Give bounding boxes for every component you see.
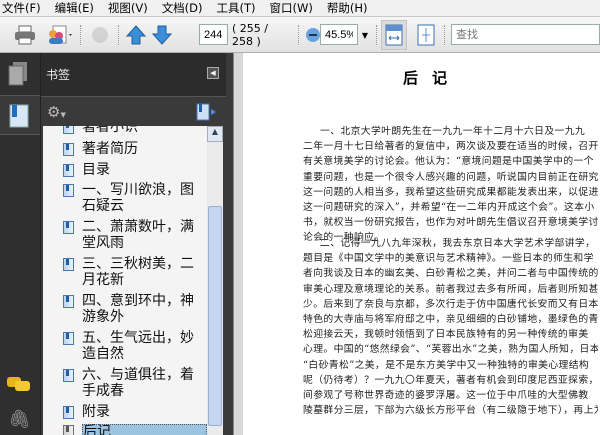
pages-icon xyxy=(8,62,27,86)
bookmark-icon xyxy=(63,184,74,197)
panel-header: 书签 ◀ xyxy=(41,53,226,97)
bookmark-item[interactable]: 一、写川欲浪，图石疑云 xyxy=(63,182,202,214)
printer-icon xyxy=(15,25,35,45)
page-text-line: 二年一月十七日给著者的复信中，两次谈及要在适当的时候，召开 xyxy=(303,141,598,153)
page-text-line: 者向我谈及日本的幽玄美、白砂青松之美，并问二者与中国传统的 xyxy=(303,268,598,280)
bookmark-item[interactable]: 著者简历 xyxy=(63,141,202,158)
expand-bookmark-button[interactable] xyxy=(196,103,218,124)
bookmark-icon xyxy=(63,143,74,156)
bookmark-icon xyxy=(63,221,74,234)
scroll-thumb[interactable] xyxy=(208,206,222,426)
chevron-down-icon: ▼ xyxy=(60,111,66,119)
menu-file[interactable]: 文件(F) xyxy=(2,0,41,16)
next-page-button[interactable] xyxy=(150,23,174,47)
page-text-line: 一、北京大学叶朗先生在一九九一年十二月十六日及一九九 xyxy=(320,126,586,137)
fit-page-icon xyxy=(417,24,435,46)
bookmarks-panel: 书签 ◀ ⚙▼ 著者小识 著者简历 目录 一、写川欲浪，图石疑云 二、萧萧数叶，… xyxy=(40,53,233,435)
scroll-up-button[interactable]: ▲ xyxy=(207,126,223,142)
page-text-line: 特色的大寺庙与将军府邸之中，亲见细细的白砂铺地，墨绿色的青 xyxy=(303,314,598,325)
bookmark-icon xyxy=(63,425,74,435)
arrow-up-icon xyxy=(125,25,147,45)
page-text-line: 松迎接云天，我顿时领悟到了日本民族特有的另一种传统的审美 xyxy=(303,329,589,341)
bookmark-icon xyxy=(63,369,74,382)
pages-button[interactable] xyxy=(6,61,30,90)
previous-page-button[interactable] xyxy=(124,23,148,47)
page-text-line: 审美心理及意境理论的关系。前者我过去多有所闻，后者则所知甚 xyxy=(303,283,598,295)
bookmark-list: 著者小识 著者简历 目录 一、写川欲浪，图石疑云 二、萧萧数叶，满堂风雨 三、三… xyxy=(43,126,207,435)
page-text-line: 间参观了号称世界奇迹的婆罗浮屠。这一位于中爪哇的大型佛教 xyxy=(303,390,589,401)
page-number-input[interactable] xyxy=(199,24,228,45)
page-text-line: 心理。中国的“悠然绿会”、“芙蓉出水”之美，熟为国人所知，日本的 xyxy=(303,344,598,356)
paperclip-icon: 🖇 xyxy=(8,409,31,430)
menu-bar: 文件(F) 编辑(E) 视图(V) 文档(D) 工具(T) 窗口(W) 帮助(H… xyxy=(0,0,600,17)
comment-icon xyxy=(7,377,30,391)
page-heading: 后记 xyxy=(403,69,462,87)
navigation-pane-strip: 🖇 xyxy=(0,53,40,435)
page-text-line: 这一问题的人相当多，我希望这些研究成果都能发表出来，以促进 xyxy=(303,186,598,198)
bookmark-item[interactable]: 三、三秋树美，二月花新 xyxy=(63,256,202,288)
bookmark-expand-icon xyxy=(196,103,216,121)
bookmark-icon xyxy=(63,332,74,345)
page-text-line: 书，就权当一份研究报告，也作为对叶朗先生倡议召开意境美学讨 xyxy=(303,217,598,229)
fit-width-button[interactable] xyxy=(381,20,407,50)
comments-button[interactable] xyxy=(6,375,32,398)
page-text-line: 重要问题，也是一个很令人感兴趣的问题，听说国内目前正在研究 xyxy=(303,171,598,183)
pane-splitter[interactable] xyxy=(233,53,243,435)
page-text-line: “白砂青松”之美，是不是东方美学中又一种独特的审美心理结构 xyxy=(303,359,590,371)
chevron-down-icon: ▼ xyxy=(361,30,369,40)
arrow-down-icon xyxy=(151,25,173,45)
page-text-line: 二、记得一九八九年深秋，我去东京日本大学艺术学部讲学， xyxy=(320,238,596,249)
bookmark-icon xyxy=(63,406,74,419)
chevron-up-icon: ▲ xyxy=(211,127,219,136)
bookmark-icon xyxy=(63,126,74,134)
page-text-line: 题目是《中国文学中的美意识与艺术精神》。一些日本的师生和学 xyxy=(303,253,594,265)
page-text-line: 有关意境美学的讨论会。他认为：“意境问题是中国美学中的一个 xyxy=(303,156,594,168)
bookmark-item[interactable]: 六、与道俱往，着手成春 xyxy=(63,367,202,399)
menu-help[interactable]: 帮助(H) xyxy=(327,0,368,16)
page-text-line: 这一问题研究的深入”，并希望“在一二年内开成这个会”。这本小 xyxy=(303,202,595,213)
collapse-panel-button[interactable]: ◀ xyxy=(207,67,219,79)
menu-window[interactable]: 窗口(W) xyxy=(270,0,313,16)
zoom-input[interactable] xyxy=(320,24,358,45)
bookmark-item[interactable]: 二、萧萧数叶，满堂风雨 xyxy=(63,219,202,251)
page-count: ( 255 / 258 ) xyxy=(232,22,268,48)
fit-page-button[interactable] xyxy=(414,23,438,47)
toolbar: ( 255 / 258 ) ▼ xyxy=(0,17,600,53)
attachments-button[interactable]: 🖇 xyxy=(8,409,31,430)
bookmark-item[interactable]: 附录 xyxy=(63,404,202,421)
bookmark-icon xyxy=(63,258,74,271)
document-page: 后记 一、北京大学叶朗先生在一九九一年十二月十六日及一九九二年一月十七日给著者的… xyxy=(243,53,600,435)
users-icon xyxy=(49,25,72,44)
bookmark-item[interactable]: 四、意到环中，神游象外 xyxy=(63,293,202,325)
bookmark-icon xyxy=(63,295,74,308)
bookmark-item[interactable]: 目录 xyxy=(63,162,202,179)
menu-tools[interactable]: 工具(T) xyxy=(217,0,256,16)
bookmark-icon xyxy=(9,104,29,128)
page-text-line: 呢（仍待考）？一九九〇年夏天，著者有机会到印度尼西亚探索，其 xyxy=(303,374,598,386)
page-text-line: 少。后来到了奈良与京都，多次行走于仿中国唐代长安而又有日本 xyxy=(303,298,598,310)
bookmark-item[interactable]: 著者小识 xyxy=(63,126,202,136)
bookmark-scrollbar[interactable]: ▲ xyxy=(207,126,223,435)
menu-document[interactable]: 文档(D) xyxy=(162,0,203,16)
panel-title: 书签 xyxy=(46,68,71,82)
search-input[interactable] xyxy=(451,24,600,45)
triangle-left-icon: ◀ xyxy=(210,69,216,77)
collaborate-button[interactable] xyxy=(44,23,74,47)
bookmark-item[interactable]: 五、生气远出，妙造自然 xyxy=(63,330,202,362)
zoom-dropdown[interactable]: ▼ xyxy=(360,23,370,47)
comment-button[interactable] xyxy=(87,23,113,47)
print-button[interactable] xyxy=(12,23,38,47)
bookmark-item-selected[interactable]: 后记 xyxy=(63,424,207,435)
options-button[interactable]: ⚙▼ xyxy=(47,103,66,121)
globe-icon xyxy=(92,27,108,43)
bookmark-icon xyxy=(63,164,74,177)
page-text-line: 陵墓群分三层，下部为六级长方形平台（有二级隐于地下），再上为 xyxy=(303,405,598,417)
fit-width-icon xyxy=(385,24,403,46)
gear-icon: ⚙ xyxy=(47,103,61,121)
menu-view[interactable]: 视图(V) xyxy=(108,0,148,16)
minus-circle-icon xyxy=(306,28,320,42)
menu-edit[interactable]: 编辑(E) xyxy=(55,0,94,16)
bookmarks-button[interactable] xyxy=(0,95,40,135)
